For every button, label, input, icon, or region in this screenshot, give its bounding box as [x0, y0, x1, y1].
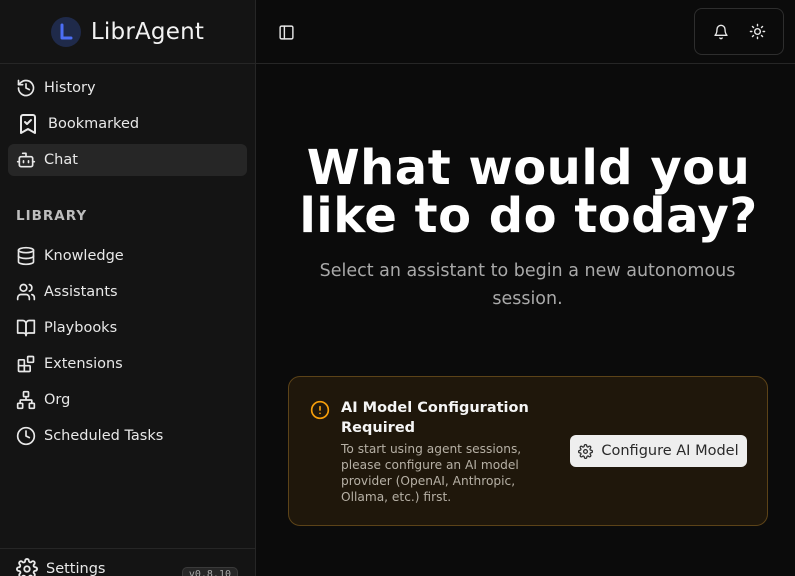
nav-item-label: Chat	[44, 152, 78, 168]
nav-item-label: History	[44, 80, 96, 96]
nav-item-label: Org	[44, 392, 71, 408]
network-icon	[16, 390, 36, 410]
primary-nav: History Bookmarked Chat	[8, 72, 247, 180]
sidebar-toggle-button[interactable]	[276, 22, 296, 42]
history-icon	[17, 79, 35, 97]
bookmark-check-icon	[20, 114, 36, 134]
sun-icon	[749, 23, 765, 40]
nav-item-label: Scheduled Tasks	[44, 428, 164, 444]
book-open-icon	[16, 319, 36, 337]
theme-toggle-button[interactable]	[745, 20, 769, 44]
clock-icon	[16, 426, 36, 446]
nav-item-chat[interactable]: Chat	[8, 144, 247, 176]
librAgent-logo-icon	[50, 16, 81, 47]
brand-name: LibrAgent	[90, 18, 205, 45]
bell-icon	[714, 24, 728, 39]
database-icon	[17, 246, 35, 266]
configure-ai-model-label: Configure AI Model	[601, 443, 739, 459]
configuration-alert: AI Model Configuration Required To start…	[288, 376, 768, 526]
nav-item-label: Knowledge	[44, 248, 124, 264]
main-content: What would you like to do today? Select …	[256, 64, 795, 576]
settings-link[interactable]: Settings	[46, 561, 105, 576]
nav-item-label: Assistants	[44, 284, 118, 300]
nav-item-label: Bookmarked	[48, 116, 140, 132]
configure-ai-model-button[interactable]: Configure AI Model	[570, 435, 747, 467]
header-actions	[694, 8, 784, 55]
alert-circle-icon	[310, 400, 330, 420]
settings-icon	[578, 443, 594, 459]
page-title: What would you like to do today?	[299, 140, 758, 244]
sidebar: LibrAgent History Bookmarked Chat LIBRAR…	[0, 0, 256, 576]
alert-title: AI Model Configuration Required	[341, 400, 529, 436]
nav-item-org[interactable]: Org	[8, 384, 247, 416]
nav-item-assistants[interactable]: Assistants	[8, 276, 247, 308]
users-icon	[16, 283, 36, 301]
nav-item-extensions[interactable]: Extensions	[8, 348, 247, 380]
nav-item-history[interactable]: History	[8, 72, 247, 104]
nav-item-bookmarked[interactable]: Bookmarked	[8, 108, 247, 140]
library-section-title: LIBRARY	[16, 208, 88, 224]
nav-item-label: Extensions	[44, 356, 123, 372]
top-header	[256, 0, 795, 64]
nav-item-playbooks[interactable]: Playbooks	[8, 312, 247, 344]
panel-left-icon	[278, 24, 294, 40]
settings-icon	[16, 557, 38, 576]
alert-description: To start using agent sessions, please co…	[341, 442, 522, 504]
version-badge: v0.8.10	[181, 567, 238, 576]
library-nav: Knowledge Assistants Playbooks Extension…	[8, 240, 247, 456]
brand-header[interactable]: LibrAgent	[0, 0, 255, 64]
page-subtitle: Select an assistant to begin a new auton…	[319, 261, 736, 309]
nav-item-scheduled-tasks[interactable]: Scheduled Tasks	[8, 420, 247, 452]
notifications-button[interactable]	[709, 20, 733, 44]
sidebar-footer: Settings v0.8.10	[0, 548, 255, 576]
bot-icon	[16, 152, 36, 168]
nav-item-label: Playbooks	[44, 320, 118, 336]
blocks-icon	[17, 355, 35, 373]
nav-item-knowledge[interactable]: Knowledge	[8, 240, 247, 272]
